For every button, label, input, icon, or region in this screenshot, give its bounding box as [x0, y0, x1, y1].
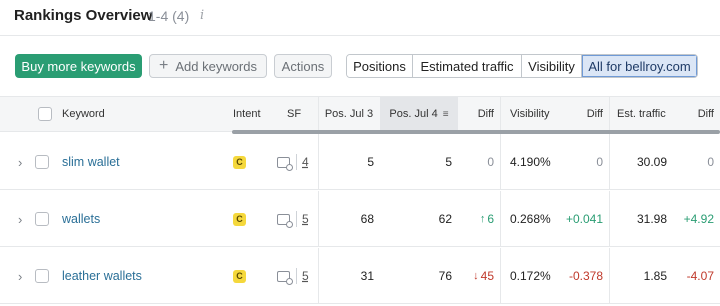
pos-jul4: 62: [438, 212, 452, 226]
divider: [500, 134, 501, 190]
pos-diff: 0: [487, 155, 494, 169]
intent-cell: C: [233, 248, 249, 304]
est-traffic-value: 31.98: [636, 212, 667, 226]
keyword-link[interactable]: leather wallets: [62, 248, 222, 304]
buy-more-keywords-button[interactable]: Buy more keywords: [15, 54, 142, 78]
result-count: 1-4 (4): [148, 8, 190, 24]
divider: [500, 191, 501, 247]
info-icon[interactable]: i: [200, 8, 204, 23]
tab-all-for-bellroy[interactable]: All for bellroy.com: [582, 55, 697, 77]
add-keywords-button[interactable]: + Add keywords: [149, 54, 267, 78]
keyword-link[interactable]: wallets: [62, 191, 222, 247]
col-est-traffic[interactable]: Est. traffic: [617, 97, 687, 131]
row-checkbox[interactable]: [35, 269, 49, 283]
view-tabs: Positions Estimated traffic Visibility A…: [346, 54, 698, 78]
toolbar: Buy more keywords + Add keywords Actions…: [0, 52, 720, 80]
est-traffic-value: 1.85: [643, 269, 667, 283]
table-row: › wallets C 5 68 62 ↑ 6 0.268% +0.041 31…: [0, 191, 720, 247]
serp-features-icon[interactable]: [277, 134, 293, 190]
actions-button[interactable]: Actions: [274, 54, 332, 78]
keyword-link[interactable]: slim wallet: [62, 134, 222, 190]
serp-features-icon[interactable]: [277, 248, 293, 304]
col-traffic-diff[interactable]: Diff: [680, 97, 714, 131]
pos-diff: ↓ 45: [458, 248, 494, 304]
sf-divider: [296, 191, 298, 247]
visibility-value: 0.172%: [510, 269, 551, 283]
select-all-cell: [35, 97, 55, 131]
intent-cell: C: [233, 134, 249, 190]
add-keywords-label: Add keywords: [175, 58, 257, 74]
row-checkbox-cell: [35, 248, 51, 304]
traffic-diff: +4.92: [683, 212, 714, 226]
divider: [500, 97, 501, 131]
sf-count-cell: 5: [302, 191, 314, 247]
divider: [500, 248, 501, 304]
traffic-diff: 0: [707, 155, 714, 169]
chevron-right-icon[interactable]: ›: [18, 191, 28, 247]
pos-jul3: 5: [367, 155, 374, 169]
pos-diff: ↑ 6: [458, 191, 494, 247]
visibility-value: 4.190%: [510, 155, 551, 169]
sf-count-cell: 5: [302, 248, 314, 304]
sf-divider: [296, 248, 298, 304]
col-sf[interactable]: SF: [287, 97, 307, 131]
pos-jul4: 5: [445, 155, 452, 169]
arrow-up-icon: ↑: [479, 213, 486, 225]
tab-visibility[interactable]: Visibility: [522, 55, 582, 77]
table-header: Keyword Intent SF Pos. Jul 3 Pos. Jul 4 …: [0, 96, 720, 132]
sf-count-cell: 4: [302, 134, 314, 190]
sf-count[interactable]: 4: [302, 155, 309, 169]
visibility-value: 0.268%: [510, 212, 551, 226]
intent-badge: C: [233, 269, 246, 283]
serp-features-icon[interactable]: [277, 191, 293, 247]
sf-count[interactable]: 5: [302, 212, 309, 226]
col-pos-jul4[interactable]: Pos. Jul 4 ≡: [380, 97, 458, 131]
row-checkbox-cell: [35, 134, 51, 190]
col-pos-jul4-label: Pos. Jul 4: [389, 108, 438, 120]
pos-diff-value: 6: [487, 212, 494, 226]
row-checkbox[interactable]: [35, 155, 49, 169]
col-vis-diff[interactable]: Diff: [570, 97, 603, 131]
est-traffic-value: 30.09: [636, 155, 667, 169]
pos-jul4: 76: [438, 269, 452, 283]
tab-positions[interactable]: Positions: [347, 55, 413, 77]
sf-divider: [296, 134, 298, 190]
pos-diff-value: 45: [480, 269, 494, 283]
visibility-diff: -0.378: [568, 269, 603, 283]
col-intent[interactable]: Intent: [233, 97, 273, 131]
pos-jul3: 31: [360, 269, 374, 283]
chevron-right-icon[interactable]: ›: [18, 134, 28, 190]
col-pos-diff[interactable]: Diff: [458, 97, 494, 131]
visibility-diff: 0: [596, 155, 603, 169]
chevron-right-icon[interactable]: ›: [18, 248, 28, 304]
rankings-table: Keyword Intent SF Pos. Jul 3 Pos. Jul 4 …: [0, 96, 720, 306]
intent-badge: C: [233, 155, 246, 169]
row-checkbox[interactable]: [35, 212, 49, 226]
row-checkbox-cell: [35, 191, 51, 247]
col-keyword[interactable]: Keyword: [62, 97, 162, 131]
table-row: › slim wallet C 4 5 5 0 4.190% 0 30.09 0: [0, 134, 720, 190]
col-visibility[interactable]: Visibility: [510, 97, 570, 131]
select-all-checkbox[interactable]: [38, 107, 52, 121]
arrow-down-icon: ↓: [473, 270, 479, 282]
col-pos-jul3[interactable]: Pos. Jul 3: [319, 97, 379, 131]
table-row: › leather wallets C 5 31 76 ↓ 45 0.172% …: [0, 248, 720, 304]
tab-estimated-traffic[interactable]: Estimated traffic: [413, 55, 522, 77]
page-title: Rankings Overview: [14, 7, 153, 24]
divider: [609, 97, 610, 131]
sf-count[interactable]: 5: [302, 269, 309, 283]
page-header: Rankings Overview 1-4 (4) i: [0, 0, 720, 36]
traffic-diff: -4.07: [686, 269, 714, 283]
visibility-diff: +0.041: [565, 212, 603, 226]
intent-cell: C: [233, 191, 249, 247]
sort-icon: ≡: [442, 108, 449, 120]
intent-badge: C: [233, 212, 246, 226]
plus-icon: +: [159, 57, 169, 74]
pos-jul3: 68: [360, 212, 374, 226]
